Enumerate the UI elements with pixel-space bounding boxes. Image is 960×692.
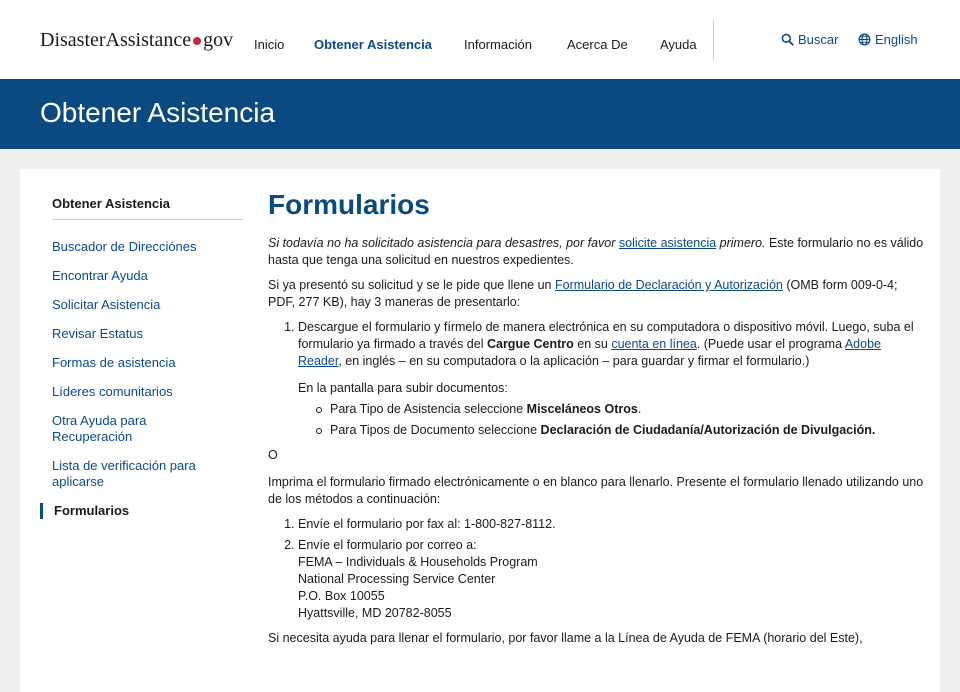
language-label: English — [875, 32, 918, 47]
sidebar-item-formas-asistencia[interactable]: Formas de asistencia — [52, 355, 222, 371]
side-nav: Obtener Asistencia Buscador de Dirección… — [40, 196, 242, 519]
sidebar-item-revisar-estatus[interactable]: Revisar Estatus — [52, 326, 222, 342]
main-content: Formularios Si todavía no ha solicitado … — [268, 189, 928, 655]
cuenta-en-linea-link[interactable]: cuenta en línea — [611, 337, 697, 351]
nav-acerca-de[interactable]: Acerca De — [567, 37, 628, 52]
page-banner: Obtener Asistencia — [0, 79, 960, 149]
sidebar-item-formularios[interactable]: Formularios — [40, 503, 210, 519]
page-title: Formularios — [268, 189, 430, 220]
intro-italic-b: primero. — [716, 236, 766, 250]
list-item: Envíe el formulario por fax al: 1-800-82… — [298, 516, 928, 533]
form-text-a: Si ya presentó su solicitud y se le pide… — [268, 278, 555, 292]
banner-title: Obtener Asistencia — [40, 97, 276, 128]
list-item: Envíe el formulario por correo a: FEMA –… — [298, 537, 928, 622]
intro-paragraph: Si todavía no ha solicitado asistencia p… — [268, 235, 928, 269]
send-methods-list: Envíe el formulario por fax al: 1-800-82… — [298, 516, 928, 622]
step1-text-c: . (Puede usar el programa — [696, 337, 845, 351]
intro-italic-a: Si todavía no ha solicitado asistencia p… — [268, 236, 619, 250]
upload-intro: En la pantalla para subir documentos: — [298, 381, 508, 395]
form-paragraph: Si ya presentó su solicitud y se le pide… — [268, 277, 928, 311]
sidebar-item-lideres[interactable]: Líderes comunitarios — [52, 384, 222, 400]
logo-part2: Assistance — [105, 29, 192, 51]
logo-part1: Disaster — [40, 29, 106, 51]
address-line: P.O. Box 10055 — [298, 589, 385, 603]
upload-instructions: En la pantalla para subir documentos: Pa… — [298, 380, 928, 439]
search-label: Buscar — [798, 32, 839, 47]
solicite-asistencia-link[interactable]: solicite asistencia — [619, 236, 716, 250]
search-button[interactable]: Buscar — [781, 32, 838, 47]
sidebar-item-solicitar-asistencia[interactable]: Solicitar Asistencia — [52, 297, 222, 313]
list-item: Para Tipo de Asistencia seleccione Misce… — [316, 401, 928, 418]
nav-informacion[interactable]: Información — [464, 37, 532, 52]
bullet1-bold: Misceláneos Otros — [526, 402, 638, 416]
logo-dot-icon — [193, 36, 202, 45]
nav-ayuda[interactable]: Ayuda — [660, 37, 697, 52]
bullet1-text: Para Tipo de Asistencia seleccione — [330, 402, 527, 416]
bullet1-end: . — [637, 402, 642, 416]
help-paragraph: Si necesita ayuda para llenar el formula… — [268, 631, 863, 645]
sidebar-item-encontrar-ayuda[interactable]: Encontrar Ayuda — [52, 268, 222, 284]
globe-icon — [858, 33, 871, 46]
site-header: DisasterAssistance gov Inicio Obtener Asi… — [0, 0, 960, 79]
content-card: Obtener Asistencia Buscador de Dirección… — [20, 169, 940, 692]
search-icon — [781, 33, 794, 46]
address-line: Hyattsville, MD 20782-8055 — [298, 606, 452, 620]
side-nav-title: Obtener Asistencia — [52, 196, 242, 220]
address-line: FEMA – Individuals & Households Program — [298, 555, 538, 569]
nav-obtener-asistencia[interactable]: Obtener Asistencia — [314, 37, 432, 52]
sidebar-item-buscador[interactable]: Buscador de Direcciónes — [52, 239, 222, 255]
step1-bold: Cargue Centro — [486, 337, 574, 351]
language-toggle[interactable]: English — [858, 32, 918, 47]
step1-text-b: en su — [573, 337, 612, 351]
logo-part3: gov — [203, 29, 234, 51]
upload-bullets: Para Tipo de Asistencia seleccione Misce… — [316, 401, 928, 439]
list-item: Descargue el formulario y fírmelo de man… — [298, 319, 928, 439]
submit-methods-list: Descargue el formulario y fírmelo de man… — [298, 319, 928, 439]
sidebar-item-otra-ayuda[interactable]: Otra Ayuda para Recuperación — [52, 413, 222, 445]
step1-text-d: , en inglés – en su computadora o la apl… — [338, 354, 810, 368]
address-line: National Processing Service Center — [298, 572, 496, 586]
sidebar-item-lista-verificacion[interactable]: Lista de verificación para aplicarse — [52, 458, 222, 490]
site-logo[interactable]: DisasterAssistance gov — [40, 29, 233, 52]
bullet2-bold: Declaración de Ciudadanía/Autorización d… — [540, 423, 876, 437]
nav-inicio[interactable]: Inicio — [254, 37, 284, 52]
or-separator: O — [268, 448, 278, 462]
list-item: Para Tipos de Documento seleccione Decla… — [316, 422, 928, 439]
print-paragraph: Imprima el formulario firmado electrónic… — [268, 475, 924, 506]
declaration-form-link[interactable]: Formulario de Declaración y Autorización — [555, 278, 783, 292]
mail-intro: Envíe el formulario por correo a: — [298, 538, 477, 552]
nav-divider — [713, 20, 714, 60]
bullet2-text: Para Tipos de Documento seleccione — [330, 423, 541, 437]
